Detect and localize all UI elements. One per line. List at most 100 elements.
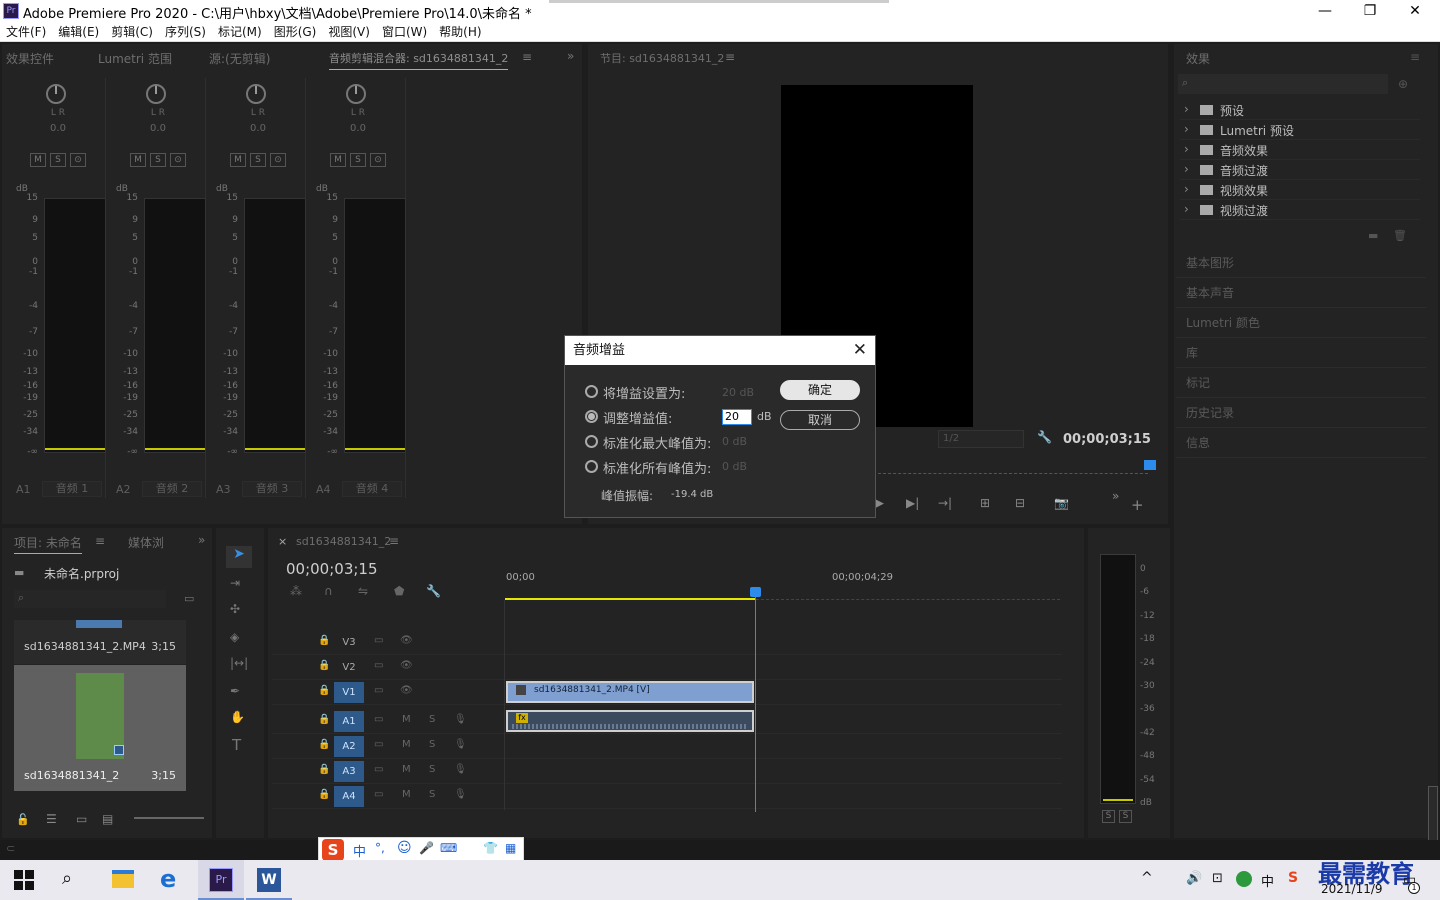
lift-icon[interactable]: ⊞ <box>980 496 990 510</box>
record-button[interactable]: ⊙ <box>70 153 86 167</box>
keyboard-icon[interactable]: ⌨ <box>440 841 457 855</box>
solo-track-button[interactable]: S <box>429 739 435 750</box>
wrench-icon[interactable]: 🔧 <box>1037 430 1052 444</box>
zoom-slider[interactable] <box>134 817 204 819</box>
set-gain-radio[interactable] <box>585 385 598 398</box>
sequence-tab[interactable]: sd1634881341_2 <box>296 535 391 548</box>
hand-tool-icon[interactable]: ✋ <box>230 710 245 724</box>
pan-knob[interactable] <box>146 84 166 104</box>
normalize-all-radio[interactable] <box>585 460 598 473</box>
pan-value[interactable]: 0.0 <box>138 123 178 134</box>
network-icon[interactable]: ⊡ <box>1212 871 1223 886</box>
track-name[interactable]: A1 <box>334 711 364 732</box>
effects-item-video-effects[interactable]: › 视频效果 <box>1180 180 1420 200</box>
punctuation-icon[interactable]: °, <box>375 841 385 855</box>
record-button[interactable]: ⊙ <box>270 153 286 167</box>
lock-icon[interactable]: 🔒 <box>318 789 330 800</box>
icon-view-icon[interactable]: ▭ <box>76 812 87 826</box>
pan-value[interactable]: 0.0 <box>238 123 278 134</box>
extract-icon[interactable]: ⊟ <box>1015 496 1025 510</box>
close-icon[interactable]: ✕ <box>1392 0 1438 22</box>
windows-start-icon[interactable] <box>14 870 34 890</box>
step-forward-icon[interactable]: ▶| <box>906 496 919 510</box>
eye-icon[interactable]: 👁 <box>400 685 413 696</box>
file-explorer-icon[interactable] <box>112 870 134 888</box>
lock-icon[interactable]: 🔒 <box>318 714 330 725</box>
record-button[interactable]: ⊙ <box>370 153 386 167</box>
sync-lock-icon[interactable]: ▭ <box>374 660 383 671</box>
new-folder-icon[interactable]: ▬ <box>1368 229 1378 242</box>
nest-icon[interactable]: ⁂ <box>290 584 302 598</box>
mute-button[interactable]: M <box>30 153 46 167</box>
normalize-all-value[interactable]: 0 dB <box>722 460 747 473</box>
list-view-icon[interactable]: ☰ <box>46 812 57 826</box>
taskbar-word[interactable]: W <box>246 860 292 900</box>
skin-icon[interactable]: 👕 <box>483 841 498 855</box>
sogou-icon[interactable]: S <box>322 839 344 861</box>
effects-item-video-transitions[interactable]: › 视频过渡 <box>1180 200 1420 220</box>
track-select-tool-icon[interactable]: ⇥ <box>230 576 240 590</box>
panel-menu-icon[interactable]: ≡ <box>1410 50 1420 64</box>
ime-indicator[interactable]: 中 <box>1261 871 1274 890</box>
sync-lock-icon[interactable]: ▭ <box>374 739 383 750</box>
pan-value[interactable]: 0.0 <box>38 123 78 134</box>
menu-view[interactable]: 视图(V) <box>322 22 376 42</box>
sync-lock-icon[interactable]: ▭ <box>374 685 383 696</box>
mute-track-button[interactable]: M <box>402 714 411 725</box>
selection-tool-icon[interactable]: ➤ <box>226 546 252 568</box>
camera-icon[interactable]: 📷 <box>1054 496 1069 510</box>
taskbar-premiere[interactable]: Pr <box>198 860 244 900</box>
mute-button[interactable]: M <box>230 153 246 167</box>
work-area-bar[interactable] <box>505 598 755 600</box>
minimize-icon[interactable]: — <box>1302 0 1348 22</box>
lock-icon[interactable]: 🔓 <box>16 813 30 826</box>
cancel-button[interactable]: 取消 <box>780 410 860 430</box>
set-gain-value[interactable]: 20 dB <box>722 386 754 399</box>
audio-clip[interactable]: fx <box>506 710 754 732</box>
add-button-icon[interactable]: + <box>1131 496 1144 514</box>
sync-lock-icon[interactable]: ▭ <box>374 714 383 725</box>
linked-selection-icon[interactable]: ⇋ <box>358 584 368 598</box>
section-lumetri-color[interactable]: Lumetri 颜色 <box>1176 308 1426 338</box>
effects-item-audio-effects[interactable]: › 音频效果 <box>1180 140 1420 160</box>
razor-tool-icon[interactable]: ◈ <box>230 630 239 644</box>
program-playhead[interactable] <box>1144 460 1156 470</box>
solo-left-button[interactable]: S <box>1102 810 1115 823</box>
eye-icon[interactable]: 👁 <box>400 635 413 646</box>
lock-icon[interactable]: 🔒 <box>318 635 330 646</box>
lock-icon[interactable]: 🔒 <box>318 660 330 671</box>
go-to-out-icon[interactable]: →| <box>938 496 952 510</box>
microphone-icon[interactable]: 🎙 <box>454 764 467 775</box>
overflow-icon[interactable]: » <box>1112 489 1119 503</box>
lock-icon[interactable]: 🔒 <box>318 739 330 750</box>
menu-sequence[interactable]: 序列(S) <box>159 22 212 42</box>
volume-fader-meter[interactable] <box>244 198 306 453</box>
clock-date[interactable]: 2021/11/9 <box>1321 882 1383 896</box>
solo-button[interactable]: S <box>350 153 366 167</box>
panel-menu-icon[interactable]: ≡ <box>389 534 399 548</box>
microphone-icon[interactable]: 🎤 <box>419 841 434 855</box>
close-tab-icon[interactable]: × <box>278 535 287 548</box>
pan-knob[interactable] <box>246 84 266 104</box>
effects-item-audio-transitions[interactable]: › 音频过渡 <box>1180 160 1420 180</box>
pen-tool-icon[interactable]: ✒ <box>230 684 240 698</box>
lock-icon[interactable]: 🔒 <box>318 685 330 696</box>
section-markers[interactable]: 标记 <box>1176 368 1426 398</box>
slip-tool-icon[interactable]: |↔| <box>230 656 248 670</box>
tab-project[interactable]: 项目: 未命名 <box>14 534 82 554</box>
find-icon[interactable]: ▭ <box>184 592 194 605</box>
track-name[interactable]: V3 <box>334 632 364 653</box>
panel-overflow-icon[interactable]: » <box>198 533 205 547</box>
menu-file[interactable]: 文件(F) <box>0 22 52 42</box>
normalize-max-value[interactable]: 0 dB <box>722 435 747 448</box>
effects-search-input[interactable]: ⌕ <box>1178 74 1388 94</box>
volume-fader-meter[interactable] <box>44 198 106 453</box>
sync-lock-icon[interactable]: ▭ <box>374 764 383 775</box>
tab-source[interactable]: 源:(无剪辑) <box>209 50 270 67</box>
pan-knob[interactable] <box>46 84 66 104</box>
resolution-select[interactable]: 1/2 <box>938 430 1024 448</box>
sogou-tray-icon[interactable]: S <box>1288 870 1298 886</box>
effects-item-presets[interactable]: › 预设 <box>1180 100 1420 120</box>
security-icon[interactable] <box>1236 871 1252 887</box>
section-libraries[interactable]: 库 <box>1176 338 1426 368</box>
